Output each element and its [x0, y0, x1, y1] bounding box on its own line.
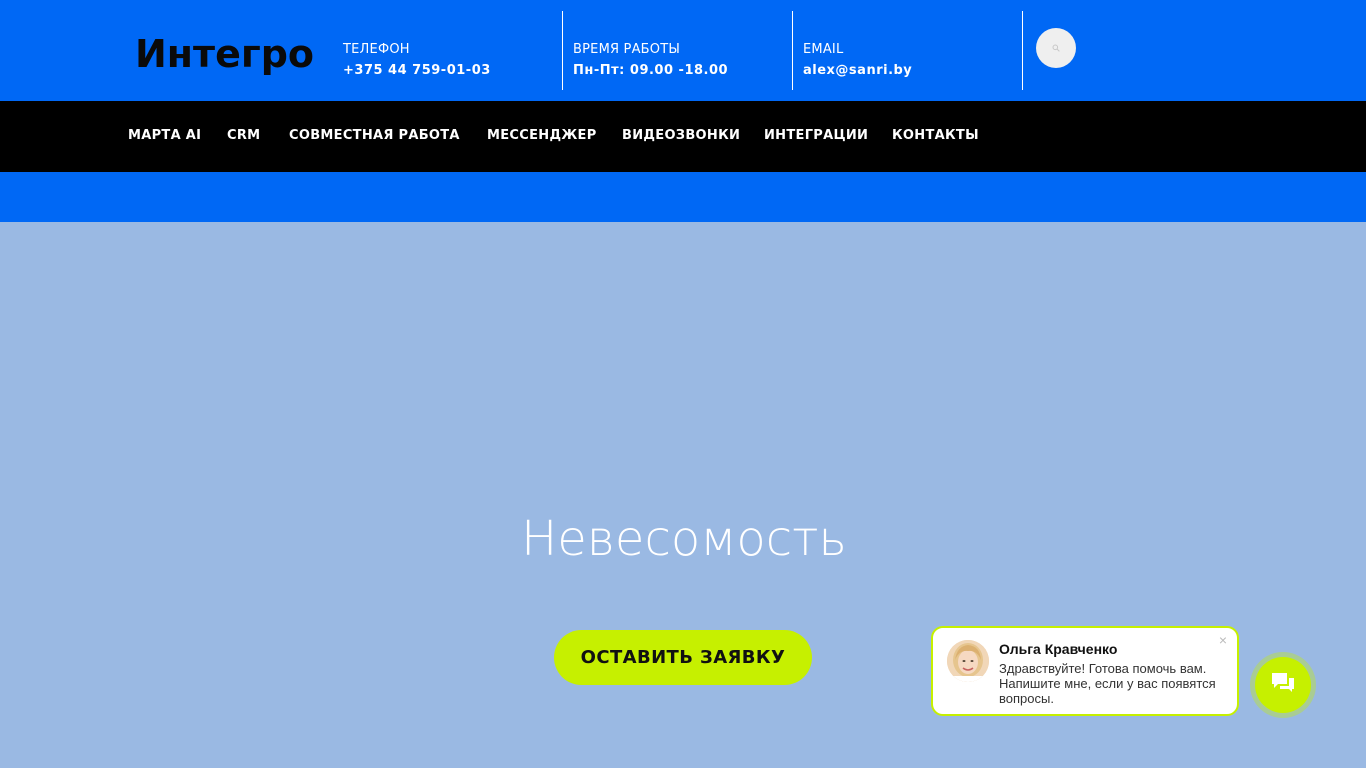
search-icon: [1052, 44, 1060, 52]
phone-info: ТЕЛЕФОН +375 44 759-01-03: [343, 11, 563, 90]
submit-request-button[interactable]: ОСТАВИТЬ ЗАЯВКУ: [554, 630, 812, 685]
hero-title: Невесомость: [521, 511, 847, 567]
nav-item-integrations[interactable]: ИНТЕГРАЦИИ: [764, 128, 868, 144]
nav-item-video-calls[interactable]: ВИДЕОЗВОНКИ: [622, 128, 740, 144]
hours-label: ВРЕМЯ РАБОТЫ: [573, 42, 681, 57]
phone-value[interactable]: +375 44 759-01-03: [343, 63, 491, 79]
nav-item-collaboration[interactable]: СОВМЕСТНАЯ РАБОТА: [289, 128, 460, 144]
hours-value: Пн-Пт: 09.00 -18.00: [573, 63, 729, 78]
top-header: Интегро ТЕЛЕФОН +375 44 759-01-03 ВРЕМЯ …: [0, 0, 1366, 101]
email-value[interactable]: alex@sanri.by: [803, 63, 912, 79]
site-logo[interactable]: Интегро: [135, 30, 314, 78]
nav-item-crm[interactable]: CRM: [227, 128, 260, 144]
phone-label: ТЕЛЕФОН: [343, 42, 410, 57]
header-strip: [0, 172, 1366, 222]
nav-item-contacts[interactable]: КОНТАКТЫ: [892, 128, 979, 144]
hours-info: ВРЕМЯ РАБОТЫ Пн-Пт: 09.00 -18.00: [573, 11, 793, 90]
close-icon[interactable]: ×: [1219, 633, 1227, 647]
nav-item-marta-ai[interactable]: МАРТА AI: [128, 128, 201, 144]
search-button[interactable]: [1036, 28, 1076, 68]
chat-icon: [1270, 671, 1296, 699]
email-label: EMAIL: [803, 42, 844, 57]
chat-agent-name: Ольга Кравченко: [999, 641, 1118, 657]
chat-open-button[interactable]: [1255, 657, 1311, 713]
avatar: [947, 640, 989, 682]
main-nav: МАРТА AI CRM СОВМЕСТНАЯ РАБОТА МЕССЕНДЖЕ…: [0, 101, 1366, 172]
chat-message: Здравствуйте! Готова помочь вам. Напишит…: [999, 661, 1216, 706]
nav-item-messenger[interactable]: МЕССЕНДЖЕР: [487, 128, 597, 144]
chat-popup[interactable]: Ольга Кравченко Здравствуйте! Готова пом…: [931, 626, 1239, 716]
email-info: EMAIL alex@sanri.by: [803, 11, 1023, 90]
